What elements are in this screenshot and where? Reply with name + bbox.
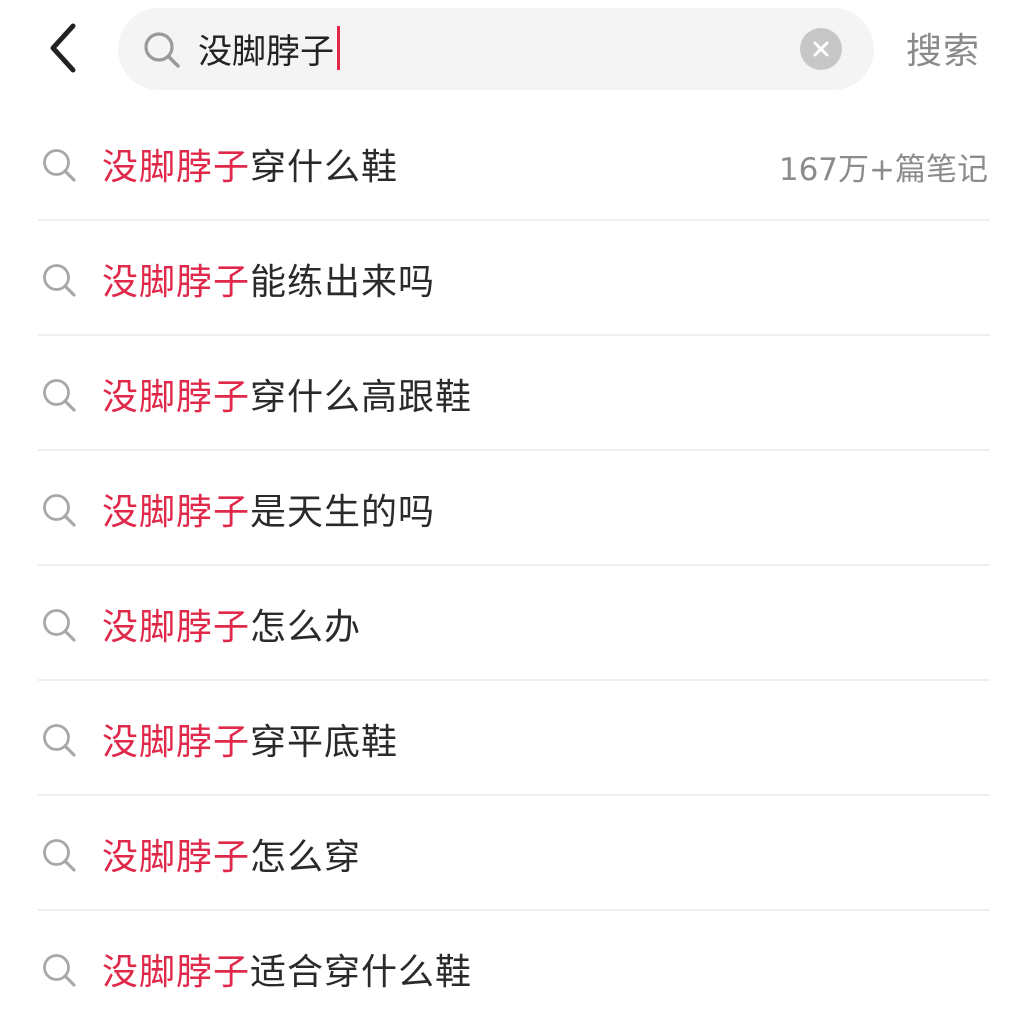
search-icon: [144, 32, 180, 68]
suggestion-text: 没脚脖子 适合穿什么鞋: [102, 941, 472, 997]
search-icon: [43, 379, 76, 412]
text-caret: [337, 26, 340, 70]
suggestion-text: 没脚脖子 怎么办: [102, 596, 361, 652]
suggestion-text: 没脚脖子 是天生的吗: [102, 481, 435, 537]
search-icon: [43, 149, 76, 182]
suggestion-text: 没脚脖子 穿平底鞋: [102, 711, 398, 767]
suggestion-rest: 穿平底鞋: [250, 722, 399, 763]
search-icon: [43, 954, 76, 987]
suggestion-rest: 穿什么高跟鞋: [250, 377, 473, 418]
suggestion-highlight: 没脚脖子: [102, 837, 251, 878]
suggestion-item[interactable]: 没脚脖子 穿什么高跟鞋: [0, 336, 1024, 451]
suggestion-highlight: 没脚脖子: [102, 262, 251, 303]
back-button[interactable]: [36, 20, 92, 76]
note-count: 167万+篇笔记: [778, 152, 988, 188]
close-icon: [813, 41, 829, 57]
suggestion-item[interactable]: 没脚脖子 怎么办: [0, 566, 1024, 681]
suggestion-item[interactable]: 没脚脖子 穿平底鞋: [0, 681, 1024, 796]
search-icon: [43, 724, 76, 757]
chevron-left-icon: [50, 23, 76, 73]
suggestion-item[interactable]: 没脚脖子 穿什么鞋 167万+篇笔记: [0, 106, 1024, 221]
suggestion-highlight: 没脚脖子: [102, 147, 251, 188]
suggestion-highlight: 没脚脖子: [102, 377, 251, 418]
suggestion-highlight: 没脚脖子: [102, 722, 251, 763]
search-icon: [43, 609, 76, 642]
suggestion-highlight: 没脚脖子: [102, 607, 251, 648]
suggestion-rest: 能练出来吗: [250, 262, 436, 303]
suggestion-rest: 是天生的吗: [250, 492, 436, 533]
suggestion-text: 没脚脖子 怎么穿: [102, 826, 361, 882]
suggestion-rest: 穿什么鞋: [250, 147, 399, 188]
suggestion-text: 没脚脖子 能练出来吗: [102, 251, 435, 307]
suggestion-item[interactable]: 没脚脖子 是天生的吗: [0, 451, 1024, 566]
suggestion-text: 没脚脖子 穿什么高跟鞋: [102, 366, 472, 422]
search-query-text: 没脚脖子: [198, 31, 334, 72]
search-icon: [43, 839, 76, 872]
search-submit-button[interactable]: 搜索: [906, 22, 980, 74]
suggestion-item[interactable]: 没脚脖子 怎么穿: [0, 796, 1024, 911]
suggestion-rest: 怎么穿: [250, 837, 362, 878]
search-header: 没脚脖子 搜索: [0, 0, 1024, 106]
suggestion-rest: 怎么办: [250, 607, 362, 648]
suggestion-highlight: 没脚脖子: [102, 492, 251, 533]
search-icon: [43, 264, 76, 297]
search-icon: [43, 494, 76, 527]
clear-search-button[interactable]: [800, 28, 842, 70]
search-bar[interactable]: 没脚脖子: [118, 8, 874, 90]
suggestion-highlight: 没脚脖子: [102, 952, 251, 993]
search-input[interactable]: 没脚脖子: [198, 18, 340, 78]
suggestion-item[interactable]: 没脚脖子 能练出来吗: [0, 221, 1024, 336]
suggestion-text: 没脚脖子 穿什么鞋: [102, 136, 398, 192]
suggestion-list: 没脚脖子 穿什么鞋 167万+篇笔记 没脚脖子 能练出来吗 没脚脖子 穿什么高跟鞋 没: [0, 106, 1024, 1026]
suggestion-rest: 适合穿什么鞋: [250, 952, 473, 993]
suggestion-item[interactable]: 没脚脖子 适合穿什么鞋: [0, 911, 1024, 1026]
